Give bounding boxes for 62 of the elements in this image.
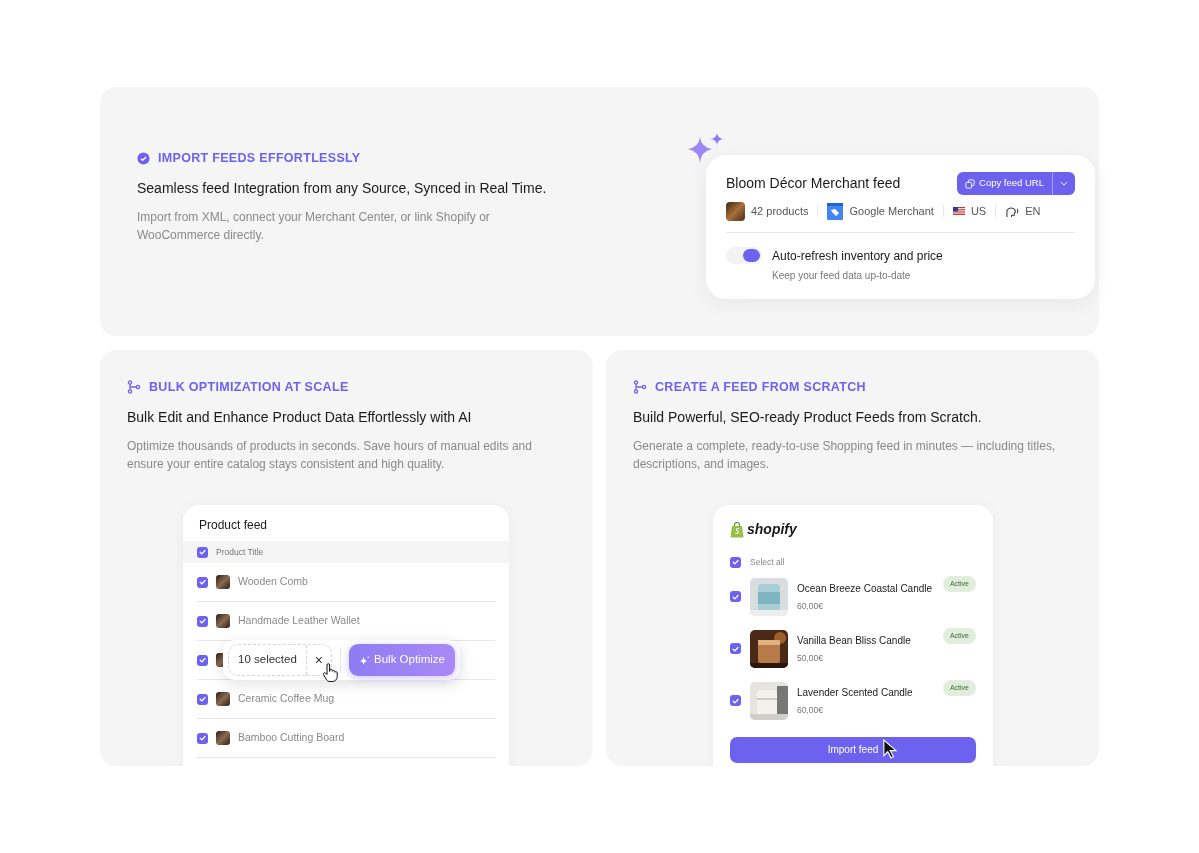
- section-eyebrow: CREATE A FEED FROM SCRATCH: [655, 379, 866, 396]
- section-description: Optimize thousands of products in seconds. Save hours of manual edits and ensure your entire catalog stays consistent and high quality.: [127, 437, 533, 473]
- source-name: Google Merchant: [849, 203, 934, 219]
- product-name: Wooden Comb: [238, 574, 308, 590]
- language-code: EN: [1025, 203, 1041, 219]
- section-heading: Seamless feed Integration from any Source, Synced in Real Time.: [137, 178, 548, 198]
- checkbox[interactable]: [730, 643, 741, 655]
- speaking-head-icon: [1005, 204, 1021, 218]
- section-heading: Bulk Edit and Enhance Product Data Effortlessly with AI: [127, 407, 473, 427]
- checkbox[interactable]: [730, 591, 741, 603]
- checkbox[interactable]: [197, 576, 208, 588]
- product-price: 50,00€: [797, 651, 824, 665]
- checkbox[interactable]: [730, 556, 741, 568]
- flag-icon: [952, 207, 965, 215]
- checkbox[interactable]: [197, 546, 208, 558]
- brand-name: shopify: [747, 520, 797, 539]
- checkbox[interactable]: [197, 693, 208, 705]
- toggle-hint: Keep your feed data up-to-date: [772, 269, 912, 283]
- tag-icon: [827, 202, 844, 220]
- branch-icon: [127, 380, 141, 395]
- panel-title: Product feed: [198, 517, 269, 534]
- feed-title: Bloom Décor Merchant feed: [726, 174, 901, 193]
- copy-feed-url-button[interactable]: Copy feed URL: [957, 172, 1052, 195]
- product-name: Vanilla Bean Bliss Candle: [797, 633, 912, 648]
- copy-icon: [965, 178, 976, 189]
- country-code: US: [970, 203, 987, 219]
- branch-icon: [633, 380, 647, 395]
- product-thumbnail-icon: [216, 614, 230, 628]
- shopping-bag-icon: [730, 521, 744, 538]
- arrow-cursor-icon: [882, 739, 899, 759]
- section-eyebrow: IMPORT FEEDS EFFORTLESSLY: [158, 150, 361, 167]
- toggle-label: Auto-refresh inventory and price: [772, 248, 943, 265]
- product-name: Handmade Leather Wallet: [238, 613, 360, 629]
- column-header: Product Title: [216, 545, 264, 559]
- checkbox[interactable]: [730, 695, 741, 707]
- checkbox[interactable]: [197, 654, 208, 666]
- check-circle-icon: [137, 151, 150, 165]
- product-price: 60,00€: [797, 703, 824, 717]
- toggle-switch[interactable]: [726, 247, 762, 264]
- product-thumbnail-icon: [216, 575, 230, 589]
- chevron-down-icon: [1060, 181, 1068, 186]
- select-all-label: Select all: [750, 556, 785, 569]
- product-name: Lavender Scented Candle: [797, 685, 914, 700]
- product-name: Ceramic Coffee Mug: [238, 691, 335, 707]
- product-name: Ocean Breeze Coastal Candle: [797, 581, 934, 596]
- product-thumbnail-icon: [216, 731, 230, 745]
- product-count: 42 products: [751, 203, 809, 219]
- section-description: Import from XML, connect your Merchant Center, or link Shopify or WooCommerce directly.: [137, 208, 491, 244]
- product-thumbnail-icon: [216, 692, 230, 706]
- import-feed-button[interactable]: Import feed: [730, 736, 976, 763]
- selected-count: 10 selected: [237, 652, 298, 668]
- product-thumbnail-icon: [726, 201, 745, 221]
- checkbox[interactable]: [197, 615, 208, 627]
- section-eyebrow: BULK OPTIMIZATION AT SCALE: [149, 379, 349, 396]
- product-name: Bamboo Cutting Board: [238, 730, 345, 746]
- bulk-optimize-button[interactable]: Bulk Optimize: [349, 644, 455, 676]
- dropdown-button[interactable]: [1052, 172, 1075, 195]
- section-heading: Build Powerful, SEO-ready Product Feeds from Scratch.: [633, 407, 983, 427]
- sparkle-icon: [359, 654, 370, 666]
- product-price: 60,00€: [797, 599, 824, 613]
- section-description: Generate a complete, ready-to-use Shopping feed in minutes — including titles, descriptions, and images.: [633, 437, 1057, 473]
- checkbox[interactable]: [197, 732, 208, 744]
